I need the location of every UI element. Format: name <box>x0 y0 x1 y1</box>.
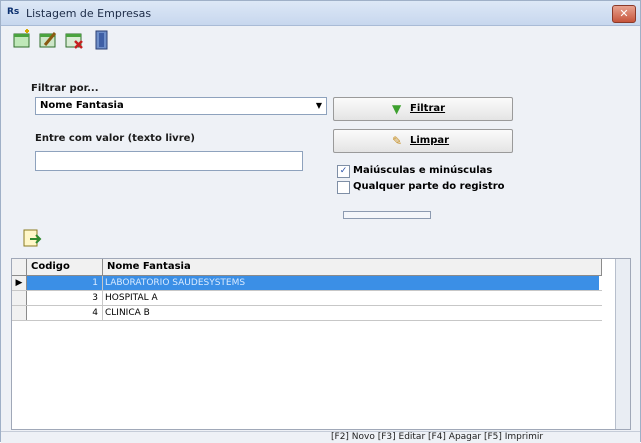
vertical-scrollbar[interactable] <box>615 259 630 429</box>
column-header-codigo[interactable]: Codigo <box>27 259 103 275</box>
row-indicator-header <box>12 259 27 275</box>
table-row[interactable]: 4 CLINICA B <box>12 306 602 321</box>
export-icon[interactable] <box>21 227 43 249</box>
cell-codigo: 4 <box>27 306 103 320</box>
value-label: Entre com valor (texto livre) <box>35 133 195 144</box>
filter-field-select[interactable]: Nome Fantasia ▼ <box>35 97 327 115</box>
editar-icon[interactable] <box>37 29 59 51</box>
current-row-indicator: ▶ <box>12 276 27 290</box>
panel-splitter[interactable] <box>343 211 431 219</box>
limpar-button[interactable]: ✎ Limpar <box>333 129 513 153</box>
listagem-empresas-window: Rs Listagem de Empresas ✕ Filtrar por...… <box>0 0 641 443</box>
row-indicator <box>12 306 27 320</box>
novo-icon[interactable] <box>11 29 33 51</box>
shortcut-hints: [F2] Novo [F3] Editar [F4] Apagar [F5] I… <box>331 432 544 442</box>
window-title: Listagem de Empresas <box>26 7 152 20</box>
cell-nome-fantasia: CLINICA B <box>105 308 150 318</box>
case-sensitive-checkbox[interactable]: ✓ <box>337 165 350 178</box>
sair-icon[interactable] <box>91 29 113 51</box>
filter-field-value: Nome Fantasia <box>40 100 124 111</box>
limpar-button-label: Limpar <box>410 135 450 146</box>
broom-icon: ✎ <box>392 134 403 148</box>
filter-panel: Filtrar por... Nome Fantasia ▼ Entre com… <box>21 61 621 211</box>
grid-header: Codigo Nome Fantasia <box>12 259 602 276</box>
case-sensitive-label: Maiúsculas e minúsculas <box>353 165 493 176</box>
column-header-nome-fantasia[interactable]: Nome Fantasia <box>103 259 602 275</box>
any-part-label: Qualquer parte do registro <box>353 181 505 192</box>
app-icon: Rs <box>7 7 20 17</box>
table-row[interactable]: ▶ 1 LABORATORIO SAUDESYSTEMS <box>12 276 602 291</box>
filter-value-input[interactable] <box>35 151 303 171</box>
cell-nome-fantasia: LABORATORIO SAUDESYSTEMS <box>103 276 599 290</box>
cell-codigo: 3 <box>27 291 103 305</box>
cell-codigo: 1 <box>27 276 103 290</box>
status-bar: [F2] Novo [F3] Editar [F4] Apagar [F5] I… <box>1 431 640 443</box>
table-row[interactable]: 3 HOSPITAL A <box>12 291 602 306</box>
companies-grid[interactable]: Codigo Nome Fantasia ▶ 1 LABORATORIO SAU… <box>11 258 631 430</box>
close-button[interactable]: ✕ <box>612 5 636 23</box>
apagar-icon[interactable] <box>63 29 85 51</box>
cell-nome-fantasia: HOSPITAL A <box>105 293 158 303</box>
title-bar[interactable]: Rs Listagem de Empresas ✕ <box>1 1 640 26</box>
any-part-checkbox[interactable] <box>337 181 350 194</box>
funnel-icon: ▼ <box>392 102 402 116</box>
filtrar-button-label: Filtrar <box>410 103 446 114</box>
row-indicator <box>12 291 27 305</box>
chevron-down-icon: ▼ <box>315 101 322 110</box>
filtrar-button[interactable]: ▼ Filtrar <box>333 97 513 121</box>
filter-label: Filtrar por... <box>31 83 99 94</box>
